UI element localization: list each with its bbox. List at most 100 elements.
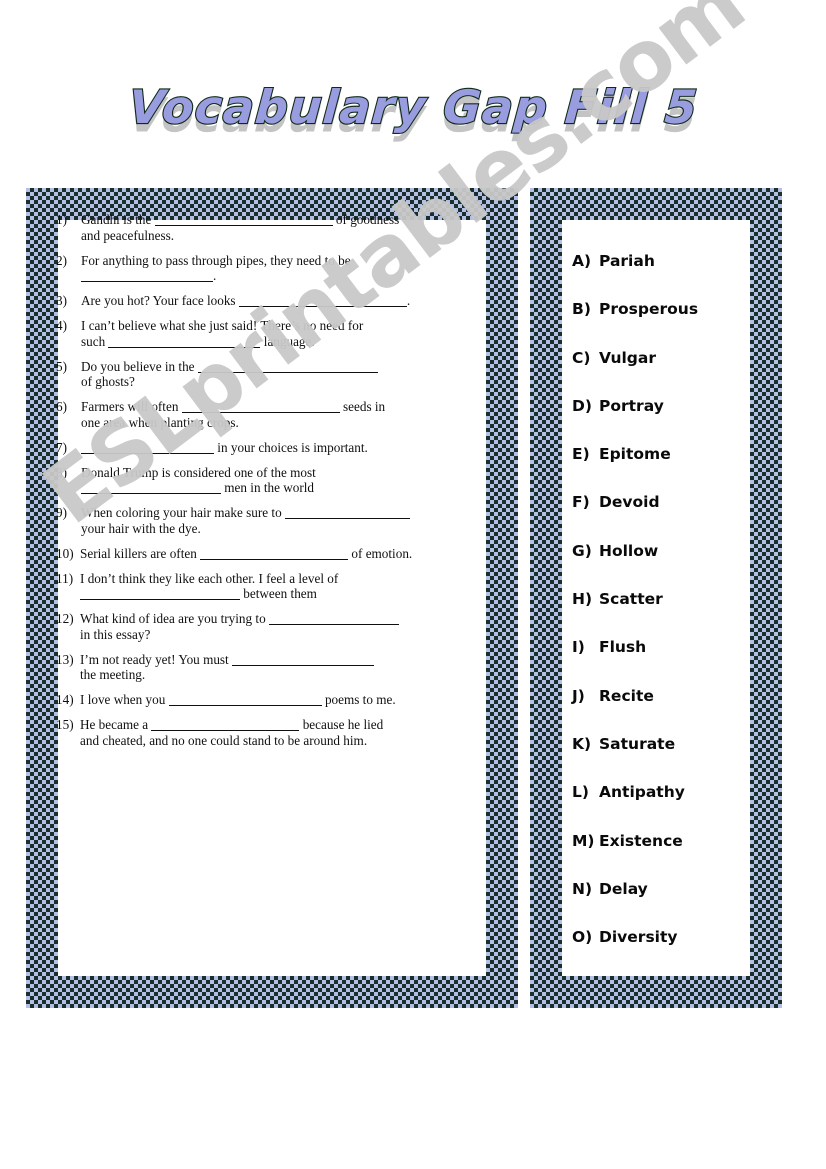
word-bank-letter: E) bbox=[572, 445, 590, 464]
question-item: 11) I don’t think they like each other. I… bbox=[56, 571, 496, 602]
question-line: Gandhi is the of goodness bbox=[81, 212, 496, 228]
question-segment: and cheated, and no one could stand to b… bbox=[80, 732, 368, 748]
question-text: What kind of idea are you trying to in t… bbox=[80, 611, 496, 642]
question-line: your hair with the dye. bbox=[81, 521, 496, 537]
word-bank-letter: H) bbox=[572, 590, 593, 609]
question-text: Donald Trump is considered one of the mo… bbox=[81, 465, 496, 496]
question-segment: your hair with the dye. bbox=[81, 520, 201, 536]
word-bank-item[interactable]: I) Flush bbox=[572, 638, 772, 656]
question-line: What kind of idea are you trying to bbox=[80, 611, 496, 627]
answer-blank[interactable] bbox=[200, 547, 349, 560]
question-segment: of ghosts? bbox=[81, 374, 135, 389]
word-bank-item[interactable]: A) Pariah bbox=[572, 252, 772, 270]
question-line: . bbox=[81, 268, 496, 284]
answer-blank[interactable] bbox=[168, 693, 322, 706]
word-bank-word: Vulgar bbox=[599, 348, 656, 367]
question-line: and cheated, and no one could stand to b… bbox=[80, 733, 496, 749]
word-bank-item[interactable]: B) Prosperous bbox=[572, 300, 772, 318]
word-bank-letter: I) bbox=[572, 638, 585, 657]
word-bank-letter: C) bbox=[572, 348, 591, 367]
question-text: I can’t believe what she just said! Ther… bbox=[81, 318, 496, 349]
question-text: When coloring your hair make sure to you… bbox=[81, 505, 496, 536]
word-bank-item[interactable]: E) Epitome bbox=[572, 445, 772, 463]
question-segment: Donald Trump is considered one of the mo… bbox=[81, 464, 316, 480]
question-segment: of emotion. bbox=[348, 545, 413, 561]
question-line: For anything to pass through pipes, they… bbox=[81, 253, 496, 269]
word-bank-item[interactable]: C) Vulgar bbox=[572, 349, 772, 367]
answer-blank[interactable] bbox=[108, 335, 261, 348]
question-item: 3) Are you hot? Your face looks . bbox=[56, 293, 496, 309]
word-bank-word: Portray bbox=[599, 396, 664, 415]
question-line: When coloring your hair make sure to bbox=[81, 505, 496, 521]
answer-blank[interactable] bbox=[81, 269, 213, 282]
question-item: 13) I’m not ready yet! You must the meeti… bbox=[56, 652, 496, 683]
question-text: in your choices is important. bbox=[81, 440, 496, 456]
question-segment: I love when you bbox=[80, 692, 169, 707]
answer-blank[interactable] bbox=[151, 718, 300, 731]
question-segment: men in the world bbox=[221, 480, 315, 495]
answer-blank[interactable] bbox=[232, 653, 375, 666]
answer-blank[interactable] bbox=[238, 294, 407, 307]
question-item: 6) Farmers will often seeds in one area wh… bbox=[56, 399, 496, 430]
word-bank-item[interactable]: G) Hollow bbox=[572, 542, 772, 560]
answer-blank[interactable] bbox=[197, 360, 378, 373]
question-segment: I don’t think they like each other. I fe… bbox=[80, 570, 339, 586]
word-bank-item[interactable]: M) Existence bbox=[572, 832, 772, 850]
question-item: 8) Donald Trump is considered one of the … bbox=[56, 465, 496, 496]
word-bank-item[interactable]: H) Scatter bbox=[572, 590, 772, 608]
question-segment: Gandhi is the bbox=[81, 212, 155, 227]
question-line: such language. bbox=[81, 334, 496, 350]
question-number: 1) bbox=[56, 212, 67, 227]
question-item: 2) For anything to pass through pipes, th… bbox=[56, 253, 496, 284]
word-bank-item[interactable]: K) Saturate bbox=[572, 735, 772, 753]
question-line: Serial killers are often of emotion. bbox=[80, 546, 496, 562]
answer-blank[interactable] bbox=[181, 400, 340, 413]
question-number: 2) bbox=[56, 252, 67, 268]
word-bank-letter: M) bbox=[572, 831, 595, 850]
question-item: 9) When coloring your hair make sure to y… bbox=[56, 505, 496, 536]
answer-blank[interactable] bbox=[81, 481, 221, 494]
answer-blank[interactable] bbox=[80, 587, 240, 600]
word-bank-word: Prosperous bbox=[599, 300, 699, 319]
word-bank-list: A) Pariah B) Prosperous C) Vulgar D) Portray E) E… bbox=[572, 252, 772, 976]
question-item: 15) He became a because he lied and cheate… bbox=[56, 717, 496, 748]
word-bank-letter: L) bbox=[572, 783, 589, 802]
question-number: 3) bbox=[56, 293, 67, 308]
word-bank-item[interactable]: J) Recite bbox=[572, 687, 772, 705]
question-number: 10) bbox=[56, 545, 74, 561]
word-bank-item[interactable]: L) Antipathy bbox=[572, 783, 772, 801]
answer-blank[interactable] bbox=[284, 506, 410, 519]
word-bank-letter: G) bbox=[572, 541, 592, 560]
question-line: in your choices is important. bbox=[81, 440, 496, 456]
word-bank-item[interactable]: D) Portray bbox=[572, 397, 772, 415]
question-item: 12) What kind of idea are you trying to i… bbox=[56, 611, 496, 642]
question-number: 8) bbox=[56, 464, 67, 480]
word-bank-word: Saturate bbox=[599, 734, 676, 753]
question-number: 13) bbox=[56, 651, 74, 667]
word-bank-word: Devoid bbox=[599, 493, 660, 512]
word-bank-item[interactable]: N) Delay bbox=[572, 880, 772, 898]
question-text: Are you hot? Your face looks . bbox=[81, 293, 496, 309]
answer-blank[interactable] bbox=[268, 612, 399, 625]
word-bank-letter: N) bbox=[572, 879, 593, 898]
question-line: I don’t think they like each other. I fe… bbox=[80, 571, 496, 587]
question-item: 14) I love when you poems to me. bbox=[56, 692, 496, 708]
question-number: 14) bbox=[56, 692, 74, 707]
question-line: in this essay? bbox=[80, 627, 496, 643]
question-segment: the meeting. bbox=[80, 667, 146, 682]
word-bank-item[interactable]: O) Diversity bbox=[572, 928, 772, 946]
word-bank-word: Diversity bbox=[599, 928, 678, 947]
page-title-text: Vocabulary Gap Fill 5 bbox=[126, 79, 701, 135]
answer-blank[interactable] bbox=[154, 213, 333, 226]
question-segment: and peacefulness. bbox=[81, 227, 175, 243]
word-bank-letter: D) bbox=[572, 396, 592, 415]
question-line: Farmers will often seeds in bbox=[81, 399, 496, 415]
answer-blank[interactable] bbox=[81, 441, 214, 454]
question-number: 6) bbox=[56, 399, 67, 414]
question-segment: Are you hot? Your face looks bbox=[81, 293, 239, 308]
question-segment: . bbox=[406, 293, 411, 308]
word-bank-item[interactable]: F) Devoid bbox=[572, 493, 772, 511]
question-number: 7) bbox=[56, 439, 67, 455]
question-segment: What kind of idea are you trying to bbox=[80, 611, 269, 626]
question-line: Donald Trump is considered one of the mo… bbox=[81, 465, 496, 481]
